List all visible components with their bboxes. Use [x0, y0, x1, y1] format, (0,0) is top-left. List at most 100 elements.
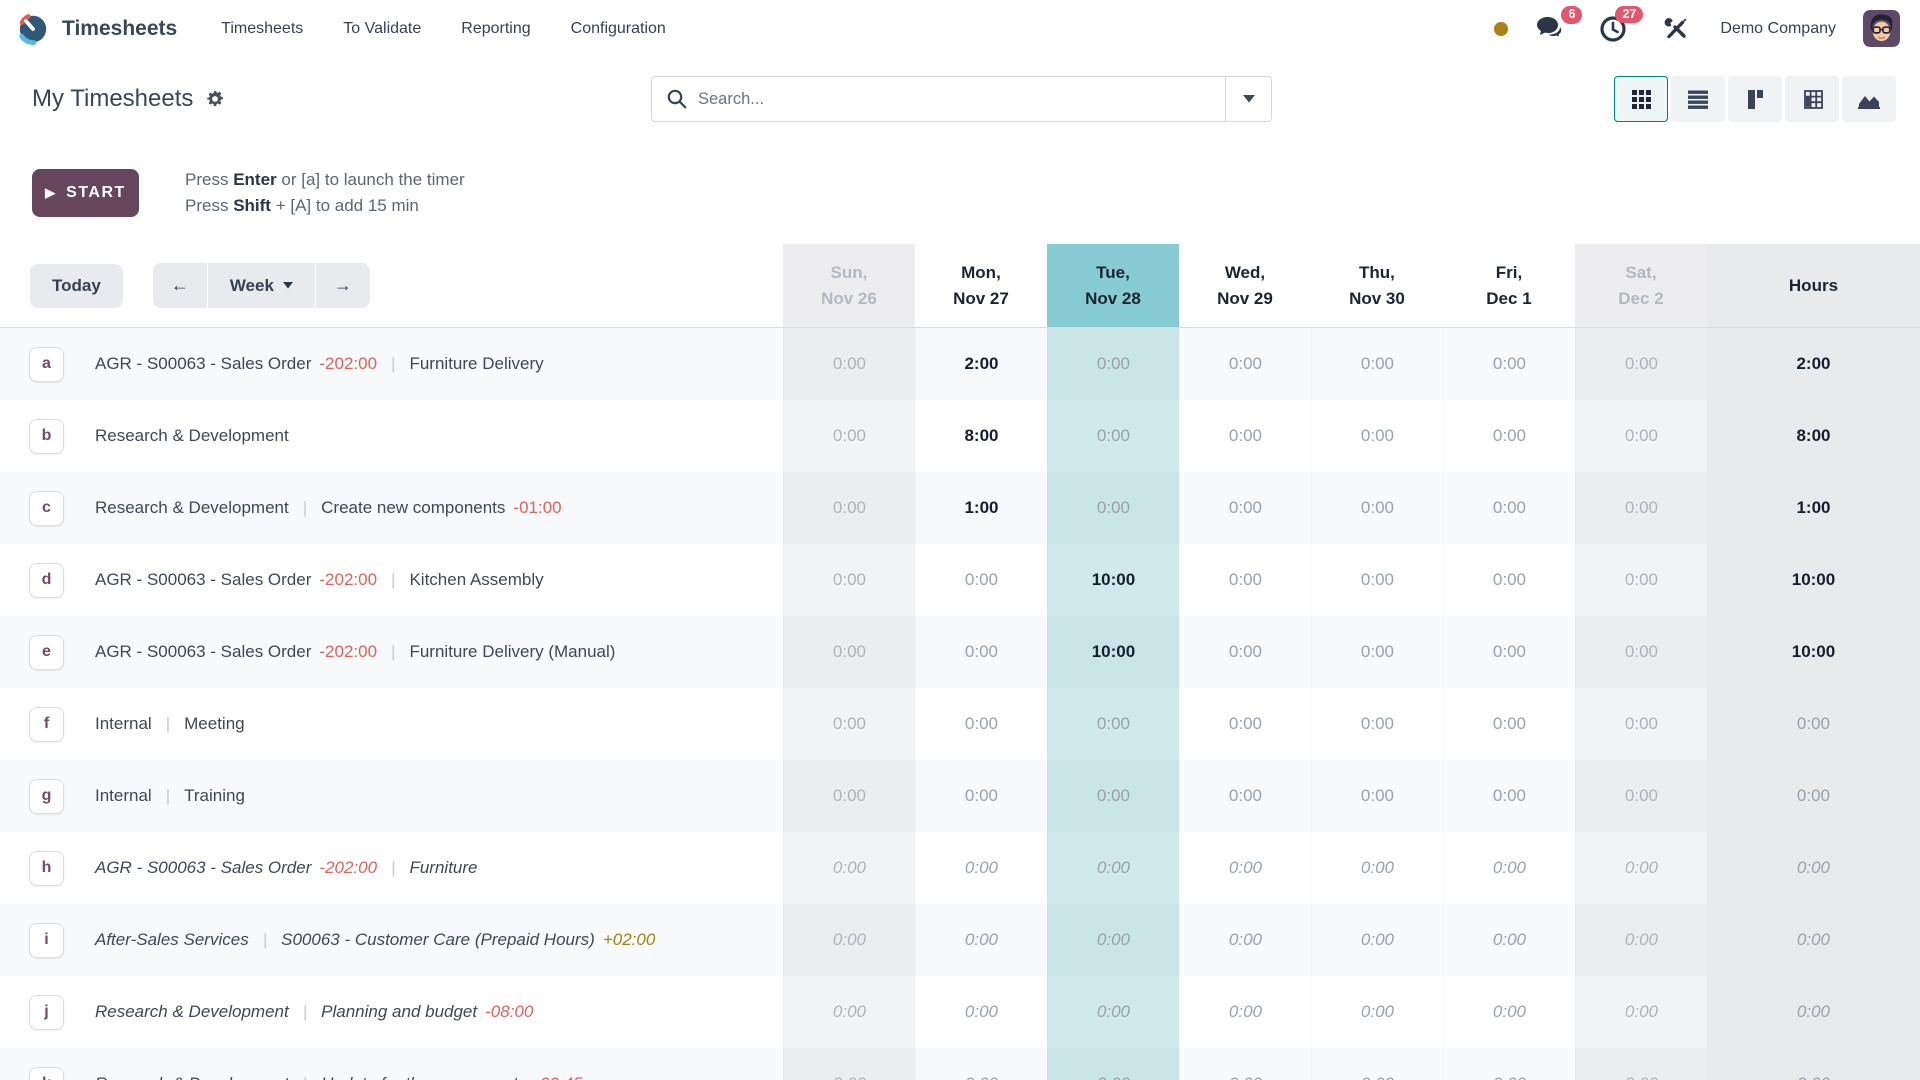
timesheet-cell[interactable]: 0:00 — [1047, 1048, 1179, 1080]
timesheet-cell[interactable]: 0:00 — [783, 400, 915, 472]
timesheet-cell[interactable]: 0:00 — [1047, 688, 1179, 760]
timesheet-cell[interactable]: 1:00 — [915, 472, 1047, 544]
timesheet-cell[interactable]: 0:00 — [783, 904, 915, 976]
timesheet-cell[interactable]: 0:00 — [1443, 976, 1575, 1048]
row-key-badge[interactable]: c — [29, 491, 64, 526]
range-selector-button[interactable]: Week — [208, 263, 315, 308]
timesheet-cell[interactable]: 0:00 — [1443, 328, 1575, 400]
timesheet-cell[interactable]: 0:00 — [1575, 832, 1707, 904]
row-key-badge[interactable]: a — [29, 347, 64, 382]
timesheet-cell[interactable]: 0:00 — [1311, 904, 1443, 976]
timesheet-cell[interactable]: 0:00 — [915, 976, 1047, 1048]
timesheet-cell[interactable]: 0:00 — [1575, 472, 1707, 544]
view-settings-button[interactable] — [206, 90, 224, 108]
timesheet-cell[interactable]: 0:00 — [1179, 1048, 1311, 1080]
row-key-badge[interactable]: g — [29, 779, 64, 814]
timesheet-cell[interactable]: 0:00 — [1575, 616, 1707, 688]
timesheet-cell[interactable]: 0:00 — [1443, 544, 1575, 616]
view-switch-graph[interactable] — [1842, 76, 1896, 122]
timesheet-cell[interactable]: 0:00 — [1443, 688, 1575, 760]
row-key-badge[interactable]: h — [29, 851, 64, 886]
timesheet-cell[interactable]: 0:00 — [1047, 328, 1179, 400]
timesheet-cell[interactable]: 0:00 — [783, 544, 915, 616]
timesheet-cell[interactable]: 0:00 — [1311, 400, 1443, 472]
app-logo-icon[interactable] — [16, 12, 50, 46]
timesheet-cell[interactable]: 0:00 — [1047, 976, 1179, 1048]
row-key-badge[interactable]: i — [29, 923, 64, 958]
timesheet-cell[interactable]: 0:00 — [1311, 328, 1443, 400]
timesheet-cell[interactable]: 0:00 — [1575, 1048, 1707, 1080]
timesheet-cell[interactable]: 0:00 — [1179, 904, 1311, 976]
timesheet-cell[interactable]: 0:00 — [915, 904, 1047, 976]
timesheet-cell[interactable]: 0:00 — [1179, 328, 1311, 400]
timesheet-cell[interactable]: 0:00 — [915, 688, 1047, 760]
timesheet-cell[interactable]: 0:00 — [915, 544, 1047, 616]
timesheet-cell[interactable]: 0:00 — [783, 832, 915, 904]
view-switch-list[interactable] — [1671, 76, 1725, 122]
timesheet-cell[interactable]: 0:00 — [1311, 544, 1443, 616]
timesheet-cell[interactable]: 0:00 — [1179, 616, 1311, 688]
timesheet-cell[interactable]: 0:00 — [783, 472, 915, 544]
timesheet-cell[interactable]: 0:00 — [1179, 472, 1311, 544]
activities-button[interactable]: 27 — [1599, 15, 1627, 43]
timesheet-cell[interactable]: 0:00 — [783, 328, 915, 400]
row-key-badge[interactable]: b — [29, 419, 64, 454]
row-key-badge[interactable]: j — [29, 995, 64, 1030]
timesheet-cell[interactable]: 0:00 — [783, 1048, 915, 1080]
timesheet-cell[interactable]: 0:00 — [1179, 688, 1311, 760]
timesheet-cell[interactable]: 0:00 — [1575, 760, 1707, 832]
timesheet-cell[interactable]: 0:00 — [1443, 832, 1575, 904]
timesheet-cell[interactable]: 0:00 — [915, 1048, 1047, 1080]
row-key-badge[interactable]: k — [29, 1067, 64, 1080]
timesheet-cell[interactable]: 0:00 — [1443, 400, 1575, 472]
timesheet-cell[interactable]: 0:00 — [1047, 832, 1179, 904]
search-input[interactable] — [698, 90, 1225, 109]
previous-week-button[interactable]: ← — [153, 263, 207, 308]
timesheet-cell[interactable]: 10:00 — [1047, 544, 1179, 616]
nav-menu-item-timesheets[interactable]: Timesheets — [221, 20, 303, 38]
timesheet-cell[interactable]: 0:00 — [1179, 544, 1311, 616]
timesheet-cell[interactable]: 0:00 — [1179, 400, 1311, 472]
timesheet-cell[interactable]: 0:00 — [1047, 400, 1179, 472]
timesheet-cell[interactable]: 0:00 — [1443, 904, 1575, 976]
row-key-badge[interactable]: e — [29, 635, 64, 670]
timesheet-cell[interactable]: 0:00 — [1443, 1048, 1575, 1080]
timesheet-cell[interactable]: 0:00 — [1575, 328, 1707, 400]
next-week-button[interactable]: → — [316, 263, 370, 308]
timesheet-cell[interactable]: 0:00 — [915, 616, 1047, 688]
timesheet-cell[interactable]: 2:00 — [915, 328, 1047, 400]
debug-tools-button[interactable] — [1662, 15, 1689, 42]
timesheet-cell[interactable]: 0:00 — [1311, 1048, 1443, 1080]
timesheet-cell[interactable]: 0:00 — [915, 760, 1047, 832]
timesheet-cell[interactable]: 0:00 — [1575, 904, 1707, 976]
timesheet-cell[interactable]: 0:00 — [783, 688, 915, 760]
view-switch-grid[interactable] — [1614, 76, 1668, 122]
timesheet-cell[interactable]: 0:00 — [1179, 832, 1311, 904]
nav-menu-item-reporting[interactable]: Reporting — [461, 20, 530, 38]
timesheet-cell[interactable]: 10:00 — [1047, 616, 1179, 688]
row-key-badge[interactable]: f — [29, 707, 64, 742]
timesheet-cell[interactable]: 0:00 — [915, 832, 1047, 904]
search-filters-toggle[interactable] — [1225, 77, 1271, 121]
app-brand-title[interactable]: Timesheets — [62, 17, 177, 41]
view-switch-kanban[interactable] — [1728, 76, 1782, 122]
timesheet-cell[interactable]: 0:00 — [1311, 832, 1443, 904]
timesheet-cell[interactable]: 0:00 — [1047, 472, 1179, 544]
timesheet-cell[interactable]: 0:00 — [1575, 688, 1707, 760]
timesheet-cell[interactable]: 0:00 — [1443, 760, 1575, 832]
user-avatar[interactable] — [1863, 10, 1900, 47]
timesheet-cell[interactable]: 0:00 — [1311, 760, 1443, 832]
timesheet-cell[interactable]: 0:00 — [1575, 976, 1707, 1048]
today-button[interactable]: Today — [30, 264, 123, 308]
nav-menu-item-to-validate[interactable]: To Validate — [343, 20, 421, 38]
timesheet-cell[interactable]: 8:00 — [915, 400, 1047, 472]
timesheet-cell[interactable]: 0:00 — [1575, 400, 1707, 472]
timesheet-cell[interactable]: 0:00 — [1311, 688, 1443, 760]
nav-menu-item-configuration[interactable]: Configuration — [571, 20, 666, 38]
timesheet-cell[interactable]: 0:00 — [1311, 616, 1443, 688]
timesheet-cell[interactable]: 0:00 — [1047, 904, 1179, 976]
messages-button[interactable]: 6 — [1535, 15, 1566, 42]
view-switch-pivot[interactable] — [1785, 76, 1839, 122]
timesheet-cell[interactable]: 0:00 — [1443, 616, 1575, 688]
timesheet-cell[interactable]: 0:00 — [1311, 976, 1443, 1048]
